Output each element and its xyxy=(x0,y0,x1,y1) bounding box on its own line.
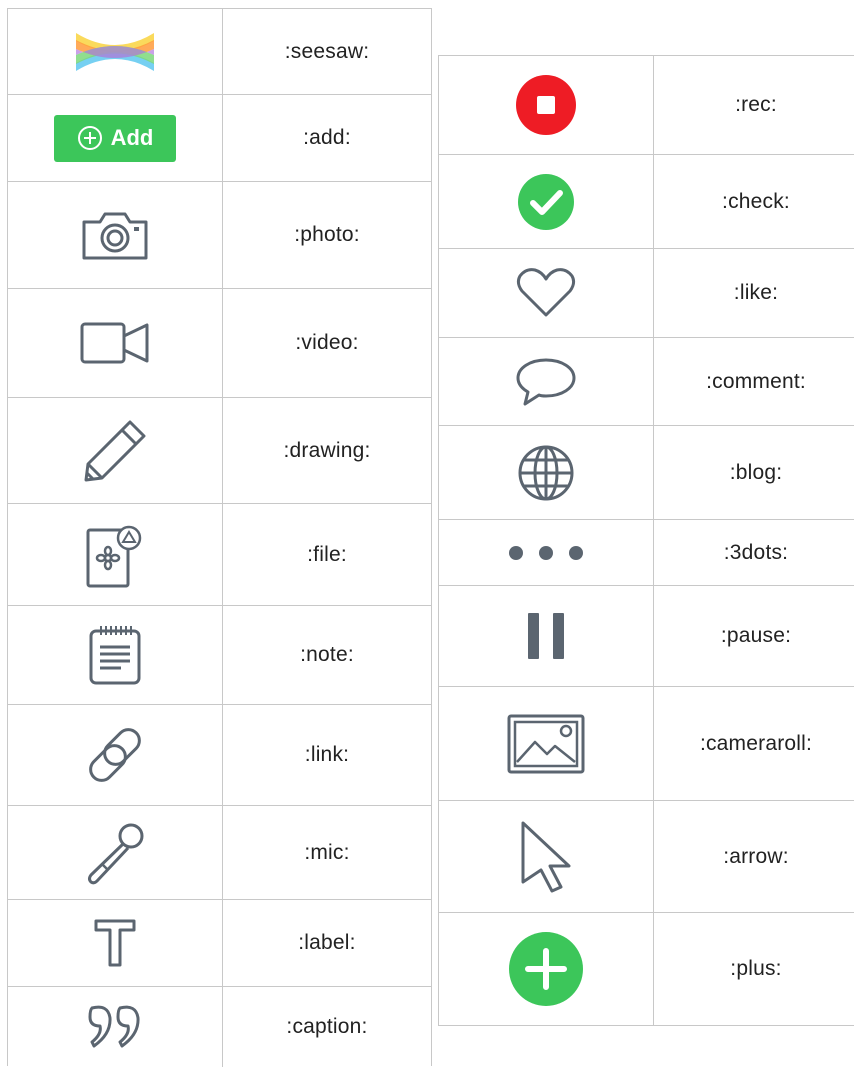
table-row: :seesaw: xyxy=(8,9,431,95)
three-dots-icon xyxy=(509,545,583,560)
icon-cell: Add xyxy=(8,95,223,181)
icon-cell xyxy=(439,520,654,585)
cursor-arrow-icon xyxy=(521,821,571,892)
icon-cell xyxy=(439,56,654,154)
left-emoji-table: :seesaw: Add :add: :photo::video::draw… xyxy=(7,8,432,1067)
icon-cell xyxy=(439,249,654,337)
table-row: :label: xyxy=(8,900,431,987)
globe-icon xyxy=(518,445,574,500)
table-row: Add :add: xyxy=(8,95,431,182)
speech-bubble-icon xyxy=(516,358,576,405)
emoji-code-label: :plus: xyxy=(730,957,782,980)
emoji-code-label: :cameraroll: xyxy=(699,731,813,755)
link-icon xyxy=(89,728,141,782)
seesaw-logo-icon xyxy=(76,32,154,71)
emoji-code-label: :blog: xyxy=(729,460,783,484)
emoji-code-label: :seesaw: xyxy=(284,39,370,63)
pause-icon xyxy=(528,613,564,659)
emoji-code-label: :arrow: xyxy=(723,844,789,868)
emoji-code-label: :pause: xyxy=(720,624,792,647)
table-row: :rec: xyxy=(439,56,854,155)
emoji-code-label: :drawing: xyxy=(283,438,371,462)
table-row: :like: xyxy=(439,249,854,338)
icon-cell xyxy=(439,155,654,248)
table-row: :drawing: xyxy=(8,398,431,504)
icon-cell xyxy=(8,398,223,503)
table-row: :note: xyxy=(8,606,431,705)
image-icon xyxy=(507,714,585,773)
emoji-code-label: :label: xyxy=(298,931,356,954)
icon-cell xyxy=(439,338,654,425)
text-t-icon xyxy=(94,919,136,967)
camera-icon xyxy=(82,212,148,260)
icon-cell xyxy=(439,586,654,686)
table-row: :arrow: xyxy=(439,801,854,913)
table-row: :mic: xyxy=(8,806,431,900)
table-row: :blog: xyxy=(439,426,854,520)
right-emoji-table: :rec: :check: :like: :comment::blog::3… xyxy=(438,55,854,1026)
file-icon xyxy=(86,525,142,587)
plus-circle-icon xyxy=(509,932,583,1006)
icon-cell xyxy=(439,687,654,800)
add-button-label: Add xyxy=(110,125,154,150)
emoji-code-label: :comment: xyxy=(706,369,806,393)
video-camera-icon xyxy=(80,322,149,364)
table-row: :check: xyxy=(439,155,854,249)
pencil-icon xyxy=(84,420,146,481)
emoji-code-label: :like: xyxy=(733,281,779,304)
icon-cell xyxy=(8,289,223,397)
notepad-icon xyxy=(89,626,141,685)
plus-circle-icon xyxy=(77,126,102,150)
table-row: :plus: xyxy=(439,913,854,1025)
table-row: :caption: xyxy=(8,987,431,1067)
table-row: :photo: xyxy=(8,182,431,289)
add-button[interactable]: Add xyxy=(54,114,176,162)
emoji-code-label: :caption: xyxy=(286,1015,368,1038)
emoji-code-label: :note: xyxy=(300,643,354,666)
icon-cell xyxy=(8,606,223,704)
emoji-code-label: :check: xyxy=(722,189,790,213)
icon-cell xyxy=(439,801,654,912)
heart-icon xyxy=(516,268,576,317)
table-row: :comment: xyxy=(439,338,854,426)
emoji-code-label: :mic: xyxy=(304,840,350,864)
emoji-code-label: :video: xyxy=(295,331,359,354)
microphone-icon xyxy=(88,823,144,884)
icon-cell xyxy=(439,913,654,1025)
icon-cell xyxy=(8,987,223,1067)
table-row: :video: xyxy=(8,289,431,398)
record-icon xyxy=(516,75,576,135)
emoji-code-label: :rec: xyxy=(735,93,777,116)
table-row: :3dots: xyxy=(439,520,854,586)
check-circle-icon xyxy=(518,173,574,230)
table-row: :link: xyxy=(8,705,431,806)
icon-cell xyxy=(8,504,223,605)
icon-cell xyxy=(439,426,654,519)
emoji-code-label: :link: xyxy=(304,743,350,766)
emoji-code-label: :add: xyxy=(303,126,351,149)
icon-cell xyxy=(8,900,223,986)
icon-cell xyxy=(8,9,223,94)
icon-cell xyxy=(8,182,223,288)
table-row: :file: xyxy=(8,504,431,606)
emoji-code-label: :file: xyxy=(307,542,347,566)
icon-cell xyxy=(8,806,223,899)
emoji-code-label: :3dots: xyxy=(723,540,789,564)
emoji-code-label: :photo: xyxy=(294,223,360,246)
quotation-marks-icon xyxy=(88,1005,140,1048)
icon-cell xyxy=(8,705,223,805)
table-row: :pause: xyxy=(439,586,854,687)
table-row: :cameraroll: xyxy=(439,687,854,801)
